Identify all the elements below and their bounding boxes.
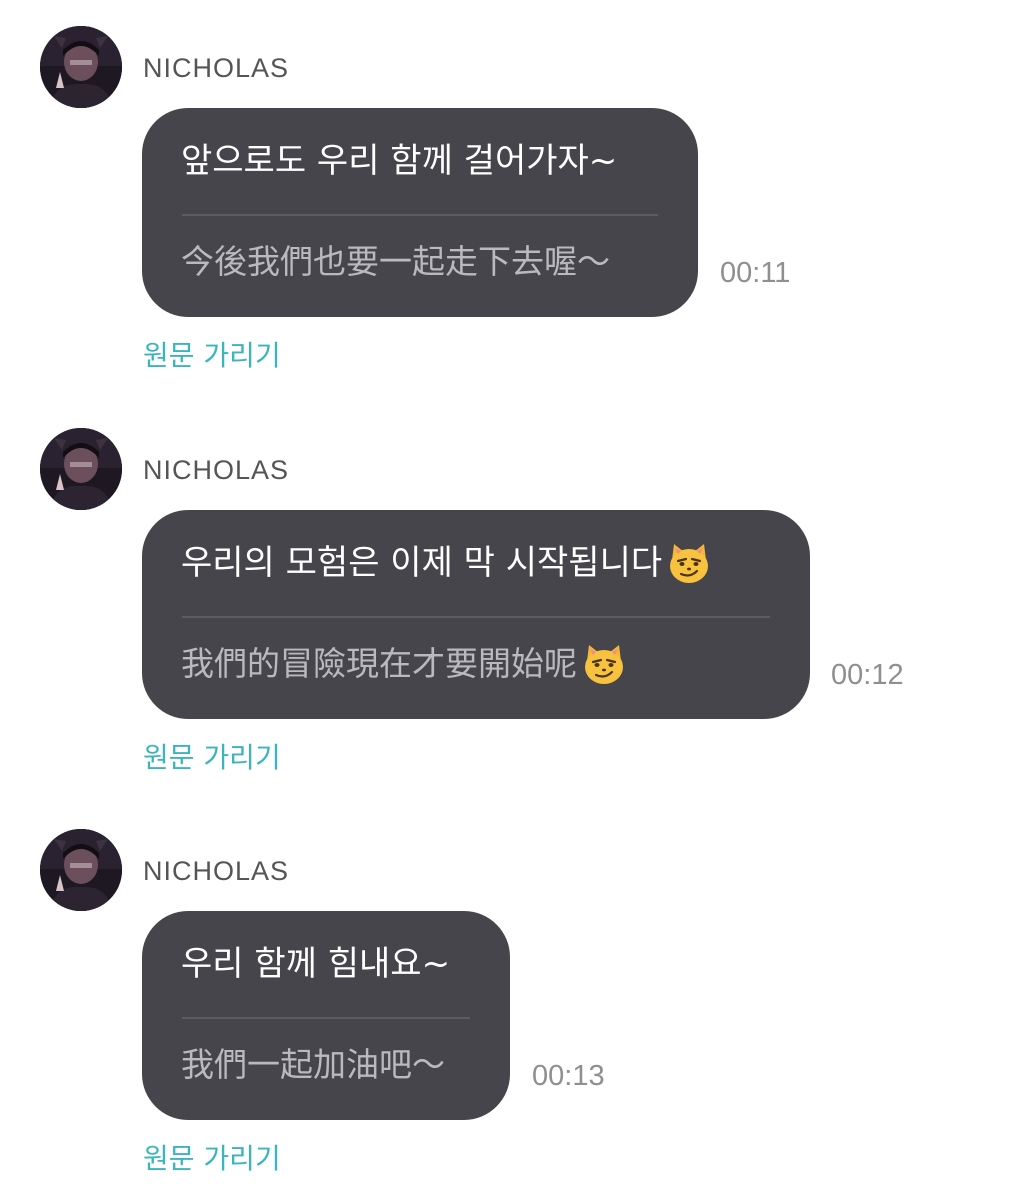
original-text-content: 우리의 모험은 이제 막 시작됩니다 [181,543,663,583]
message-bubble[interactable]: 우리의 모험은 이제 막 시작됩니다 我們的冒險現在才要開始呢 [142,510,810,719]
original-text: 앞으로도 우리 함께 걸어가자~ [181,141,618,181]
message-timestamp: 00:12 [831,659,904,691]
original-text: 우리의 모험은 이제 막 시작됩니다 [181,540,712,586]
avatar[interactable] [40,829,122,911]
message-bubble[interactable]: 앞으로도 우리 함께 걸어가자~ 今後我們也要一起走下去喔～ [142,108,698,317]
message-timestamp: 00:13 [532,1060,605,1092]
hide-original-button[interactable]: 원문 가리기 [143,336,281,376]
hide-original-button[interactable]: 원문 가리기 [143,1139,281,1179]
message-timestamp: 00:11 [720,257,791,289]
translated-text: 我們一起加油吧～ [181,1045,445,1084]
sender-name: NICHOLAS [143,856,290,886]
chat-message: NICHOLAS 우리 함께 힘내요~ 我們一起加油吧～ 00:13 원문 가리… [0,803,1021,1203]
hide-original-button[interactable]: 원문 가리기 [143,738,281,778]
sender-name: NICHOLAS [143,455,290,485]
bubble-divider [182,1017,470,1019]
smirking-cat-icon [581,641,627,687]
bubble-divider [182,616,770,618]
original-text: 우리 함께 힘내요~ [181,944,451,984]
avatar[interactable] [40,26,122,108]
chat-message: NICHOLAS 우리의 모험은 이제 막 시작됩니다 我們的冒險現在才要開始呢 [0,402,1021,802]
translated-text: 我們的冒險現在才要開始呢 [181,641,627,687]
message-bubble[interactable]: 우리 함께 힘내요~ 我們一起加油吧～ [142,911,510,1120]
sender-name: NICHOLAS [143,53,290,83]
chat-message: NICHOLAS 앞으로도 우리 함께 걸어가자~ 今後我們也要一起走下去喔～ … [0,0,1021,400]
bubble-divider [182,214,658,216]
avatar[interactable] [40,428,122,510]
translated-text-content: 我們的冒險現在才要開始呢 [181,644,577,683]
smirking-cat-icon [666,540,712,586]
translated-text: 今後我們也要一起走下去喔～ [181,242,610,281]
